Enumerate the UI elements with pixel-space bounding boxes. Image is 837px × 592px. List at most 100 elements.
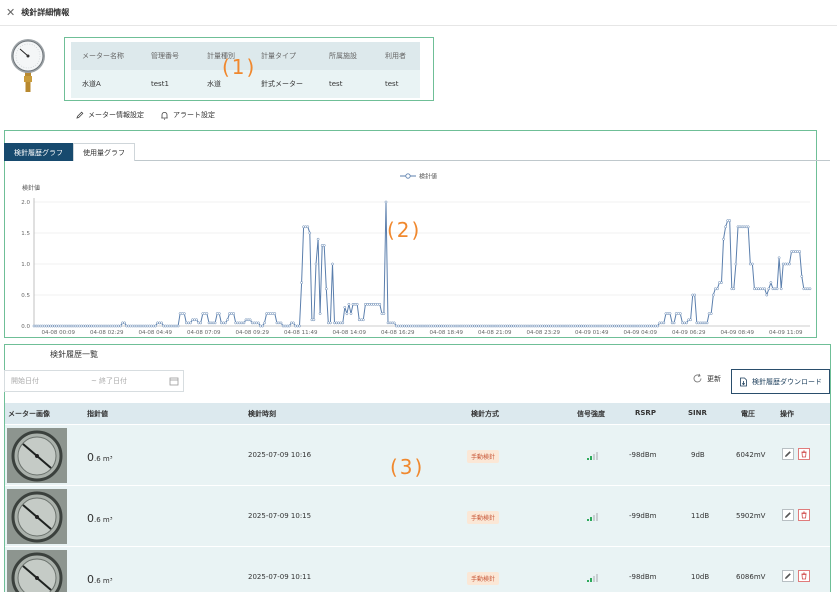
refresh-button[interactable]: 更新 [692,373,721,384]
data-point [123,321,126,325]
close-icon[interactable]: ✕ [6,6,15,19]
data-point [656,324,660,328]
date-range-picker[interactable]: 開始日付 ~ 終了日付 [4,370,184,392]
data-point [217,312,221,315]
data-point [318,312,322,315]
meter-settings-link[interactable]: メーター情報設定 [76,110,144,120]
data-point [324,287,328,291]
annotation-marker-3: (3) [390,455,425,479]
x-tick-label: 04-08 11:49 [284,330,318,336]
sinr-value: 11dB [691,512,710,520]
detail-header: ✕ 検針詳細情報 [0,0,837,26]
bell-icon [161,111,168,120]
refresh-icon [693,373,702,383]
y-tick-label: 2.0 [21,200,30,206]
col-meter-image: メーター画像 [8,410,50,418]
data-point [767,287,771,291]
data-point [226,318,229,322]
meter-info-val-user: test [385,80,399,88]
meter-info-col-id: 管理番号 [151,52,179,60]
meter-photo[interactable] [7,428,67,483]
data-point [263,321,266,325]
method-badge: 手動検針 [467,511,500,524]
alert-settings-link[interactable]: アラート設定 [160,110,215,120]
pencil-icon [785,573,791,579]
x-tick-label: 04-09 04:09 [623,330,657,336]
data-point [306,225,310,229]
refresh-label: 更新 [707,374,721,383]
data-point [722,237,725,241]
alert-settings-label: アラート設定 [173,111,215,119]
data-point [160,321,163,325]
signal-bar [596,452,598,460]
y-tick-label: 1.5 [21,231,30,237]
data-point [242,321,246,325]
data-point [732,287,736,291]
data-point [189,321,192,325]
voltage-value: 5902mV [736,512,766,520]
data-point [182,312,186,315]
data-point [331,262,334,266]
x-tick-label: 04-08 18:49 [429,330,463,336]
row-operations [782,448,810,460]
meter-photo[interactable] [7,489,67,544]
x-tick-label: 04-08 16:29 [381,330,415,336]
data-point [693,293,697,297]
signal-bar [593,515,595,521]
data-point [322,244,326,247]
signal-bar [590,456,592,460]
rsrp-value: -98dBm [629,573,657,581]
data-point [711,293,715,297]
meter-photo-graphic [7,550,67,592]
data-point [119,324,122,328]
col-reading-value: 指針値 [87,410,108,418]
method-badge: 手動検針 [467,572,500,585]
meter-info-col-facility: 所属施設 [329,52,357,60]
delete-row-button[interactable] [798,509,810,521]
x-tick-label: 04-08 23:29 [526,330,560,336]
data-point [378,302,382,306]
signal-bar [590,578,592,582]
data-point [349,312,353,315]
trash-icon [801,572,807,580]
table-row: 0.6 m³ 2025-07-09 10:11 手動検針 -98dBm 10dB 6086… [5,547,830,592]
data-point [746,225,750,229]
rsrp-value: -98dBm [629,451,657,459]
meter-info-col-user: 利用者 [385,52,406,60]
x-tick-label: 04-08 07:09 [187,330,221,336]
tab-usage-graph[interactable]: 使用量グラフ [73,143,135,161]
col-reading-time: 検針時刻 [248,410,276,418]
data-point [261,324,264,328]
signal-strength-icon [587,574,598,582]
signal-bar [587,458,589,460]
data-point [798,250,802,253]
data-point [734,262,738,266]
delete-row-button[interactable] [798,448,810,460]
page-title: 検針詳細情報 [21,8,70,17]
col-voltage: 電圧 [741,410,755,418]
meter-info-val-name: 水道A [82,80,101,88]
y-tick-label: 1.0 [21,262,30,268]
start-date-input[interactable]: 開始日付 [11,376,39,386]
signal-bar [596,574,598,582]
data-point [709,312,713,315]
edit-row-button[interactable] [782,448,794,460]
calendar-icon [169,377,179,386]
table-row: 0.6 m³ 2025-07-09 10:15 手動検針 -99dBm 11dB 5902… [5,486,830,547]
data-point [361,318,365,322]
data-point [775,287,779,291]
edit-row-button[interactable] [782,570,794,582]
data-point [232,312,236,315]
meter-info-col-name: メーター名称 [82,52,124,60]
meter-photo[interactable] [7,550,67,592]
end-date-input[interactable]: 終了日付 [99,376,127,386]
tab-reading-history-graph[interactable]: 検針履歴グラフ [4,143,73,161]
data-point [808,287,812,291]
download-history-button[interactable]: 検針履歴ダウンロード [731,369,830,394]
col-sinr: SINR [688,409,707,417]
edit-row-button[interactable] [782,509,794,521]
meter-info-val-facility: test [329,80,343,88]
signal-bar [593,576,595,582]
data-point [248,318,252,322]
delete-row-button[interactable] [798,570,810,582]
